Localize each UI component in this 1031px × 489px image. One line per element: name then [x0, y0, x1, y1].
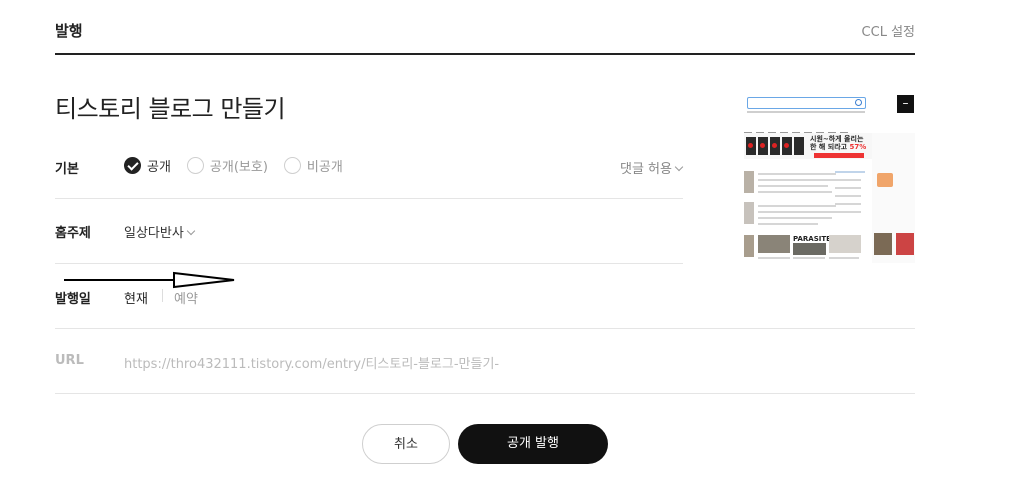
radio-public-label: 공개	[147, 160, 171, 175]
thumbnail-preview[interactable]: – 시원~하게 올리는 한 해 되라고 57% PARASITE	[744, 95, 915, 265]
thumbnail-photo	[744, 202, 754, 224]
row-divider	[55, 393, 915, 394]
cancel-button[interactable]: 취소	[362, 424, 450, 464]
url-field[interactable]: https://thro432111.tistory.com/entry/티스토…	[124, 353, 499, 372]
row-divider	[55, 328, 915, 329]
row-divider	[55, 263, 683, 264]
radio-protected-label: 공개(보호)	[209, 160, 268, 175]
visibility-label: 기본	[55, 162, 79, 177]
thumbnail-banner-text: 시원~하게 올리는 한 해 되라고 57%	[810, 135, 867, 151]
thumbnail-photo	[874, 233, 892, 255]
radio-public[interactable]: 공개	[124, 156, 171, 175]
minus-icon[interactable]: –	[897, 95, 914, 113]
dialog-title: 발행	[55, 22, 83, 40]
radio-private-label: 비공개	[306, 160, 343, 175]
thumbnail-photo	[793, 243, 826, 255]
category-value: 일상다반사	[124, 226, 184, 241]
visibility-radio-group: 공개 공개(보호) 비공개	[124, 156, 359, 175]
ccl-settings-link[interactable]: CCL 설정	[862, 21, 915, 40]
publish-date-label: 발행일	[55, 292, 91, 307]
publish-reserve-option[interactable]: 예약	[174, 288, 198, 307]
chevron-down-icon	[186, 226, 196, 236]
chevron-down-icon	[674, 162, 684, 172]
publish-option-separator	[162, 289, 163, 302]
thumbnail-nav	[744, 120, 869, 135]
publish-now-option[interactable]: 현재	[124, 288, 148, 307]
annotation-arrow	[64, 271, 235, 289]
post-title: 티스토리 블로그 만들기	[55, 95, 286, 123]
comment-allow-dropdown[interactable]: 댓글 허용	[620, 158, 684, 177]
comment-allow-label: 댓글 허용	[620, 162, 672, 177]
thumbnail-photo	[744, 235, 754, 257]
thumbnail-photo	[829, 235, 861, 253]
thumbnail-photo	[744, 171, 754, 193]
search-icon	[855, 99, 862, 106]
thumbnail-text-line	[747, 111, 865, 113]
thumbnail-search-bar	[747, 97, 866, 109]
row-divider	[55, 198, 683, 199]
radio-private[interactable]: 비공개	[283, 156, 343, 175]
thumbnail-product-image	[877, 173, 893, 187]
radio-protected[interactable]: 공개(보호)	[186, 156, 268, 175]
thumbnail-photo	[896, 233, 914, 255]
header-divider	[55, 53, 915, 55]
category-dropdown[interactable]: 일상다반사	[124, 222, 196, 241]
radio-circle-icon	[186, 157, 204, 174]
publish-dialog: 발행 CCL 설정 티스토리 블로그 만들기 – 시원~하게 올리는 한 해 되…	[0, 0, 1031, 489]
checkmark-icon	[124, 157, 141, 174]
url-label: URL	[55, 353, 84, 368]
category-label: 홈주제	[55, 226, 91, 241]
thumbnail-caption: PARASITE	[793, 235, 831, 243]
radio-circle-icon	[283, 157, 301, 174]
thumbnail-photo	[758, 235, 790, 253]
publish-button[interactable]: 공개 발행	[458, 424, 608, 464]
